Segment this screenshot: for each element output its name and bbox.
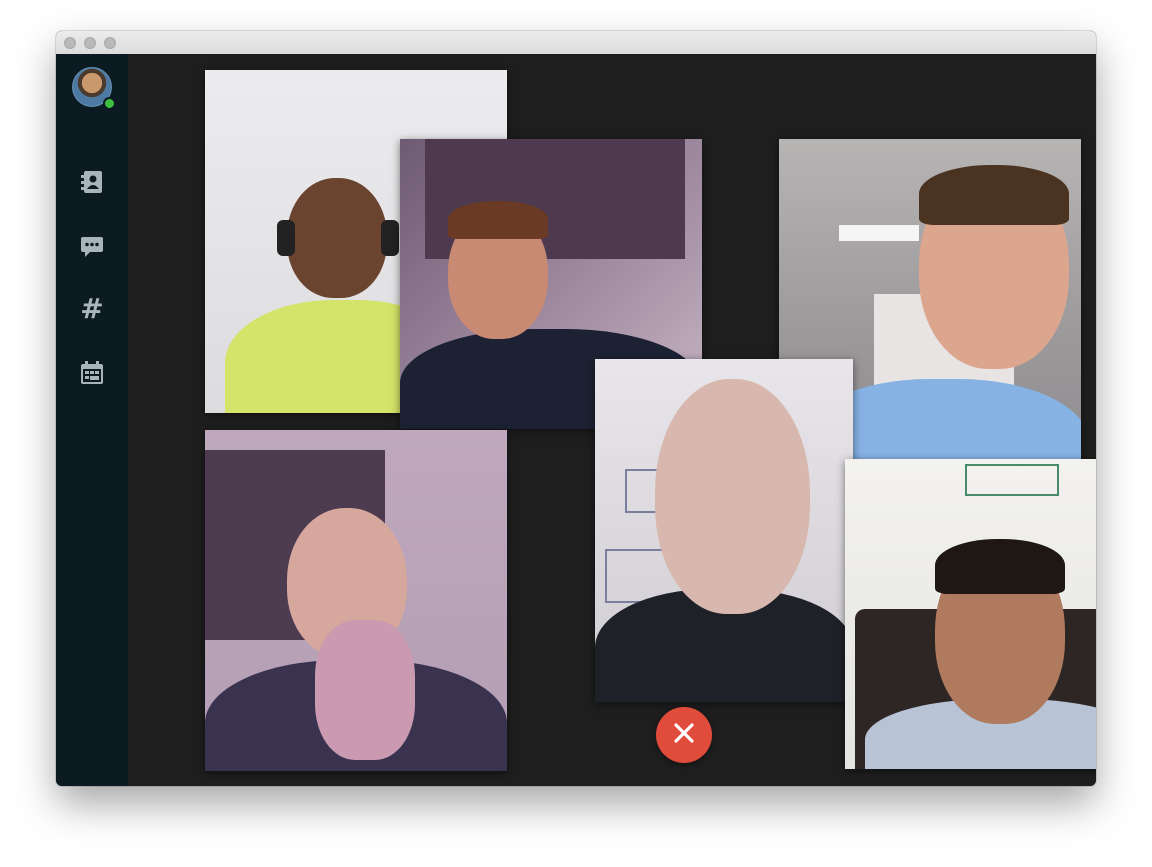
whiteboard-drawing xyxy=(965,464,1059,496)
sidebar: # xyxy=(56,54,128,786)
hash-icon: # xyxy=(80,292,104,325)
sidebar-item-channels[interactable]: # xyxy=(79,292,105,325)
participant-face xyxy=(655,379,810,614)
window-minimize-button[interactable] xyxy=(84,37,96,49)
window-close-button[interactable] xyxy=(64,37,76,49)
participant-hair xyxy=(448,201,548,239)
participant-hair xyxy=(935,539,1065,594)
headset-earcup xyxy=(277,220,295,256)
sidebar-item-chat[interactable] xyxy=(79,234,105,260)
participant-face xyxy=(287,178,387,298)
app-window: # xyxy=(56,31,1096,786)
participant-video-tile[interactable] xyxy=(845,459,1096,769)
hangup-button[interactable] xyxy=(656,707,712,763)
sidebar-item-calendar[interactable] xyxy=(79,360,105,386)
chat-icon xyxy=(80,236,104,258)
ceiling-light xyxy=(839,225,919,241)
window-zoom-button[interactable] xyxy=(104,37,116,49)
sidebar-item-contacts[interactable] xyxy=(79,169,105,195)
contacts-icon xyxy=(81,170,103,194)
video-stage xyxy=(128,54,1096,786)
participant-hair xyxy=(919,165,1069,225)
participant-hand xyxy=(315,620,415,760)
participant-video-tile[interactable] xyxy=(595,359,853,702)
participant-video-tile[interactable] xyxy=(205,430,507,771)
close-icon xyxy=(673,722,695,749)
calendar-icon xyxy=(80,361,104,385)
title-bar xyxy=(56,31,1096,55)
presence-online-indicator xyxy=(103,97,116,110)
headset-earcup xyxy=(381,220,399,256)
